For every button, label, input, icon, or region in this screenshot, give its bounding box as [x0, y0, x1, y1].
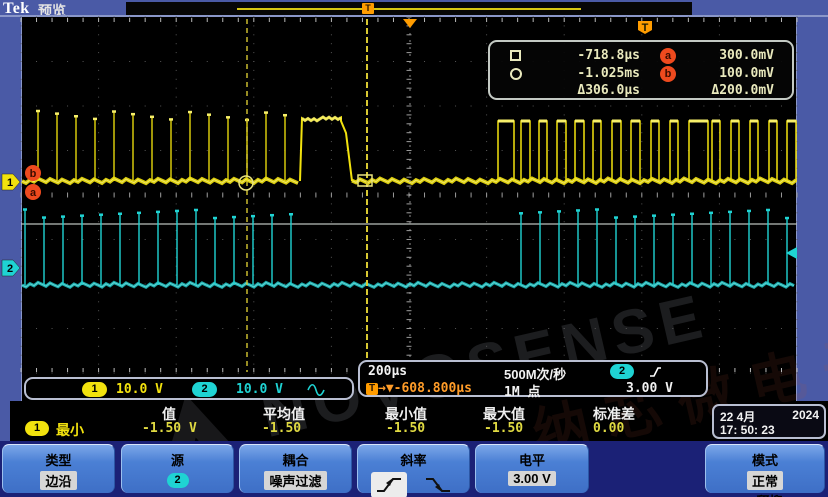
menu-mode-title: 模式 [706, 450, 824, 469]
record-view-bar: T [126, 2, 692, 15]
delay-arrow-glyphs: →▼ [378, 381, 394, 396]
rising-edge-icon [648, 365, 662, 379]
ch2-scale-readout: 10.0 V [236, 382, 283, 397]
ch1-position-marker[interactable]: 1 [2, 174, 20, 190]
svg-text:2: 2 [7, 263, 13, 275]
menu-button-type[interactable]: 类型 边沿 [2, 444, 115, 493]
svg-text:1: 1 [7, 177, 13, 189]
trigger-flag-icon: T [362, 3, 374, 14]
cursor-a-badge: a [660, 48, 676, 64]
meas-stddev: 0.00 [593, 421, 624, 436]
trigger-delay-readout: T→▼-608.800µs [366, 381, 472, 396]
menu-button-slope[interactable]: 斜率 [357, 444, 470, 493]
menu-level-value: 3.00 V [508, 471, 556, 486]
menu-slope-title: 斜率 [358, 450, 469, 469]
menu-mode-extra: &释抑 [706, 491, 824, 497]
menu-type-value: 边沿 [40, 471, 76, 490]
cursor-b-time: -1.025ms [542, 66, 640, 81]
time-readout: 17: 50: 23 [720, 423, 775, 437]
cursor-square-icon [510, 50, 521, 61]
softkey-menu-bar: 类型 边沿 源 2 耦合 噪声过滤 斜率 电平 3.00 V [0, 441, 828, 497]
trigger-t-icon: T [366, 383, 378, 395]
menu-button-source[interactable]: 源 2 [121, 444, 234, 493]
cursor-readout-box: -718.8µs a 300.0mV -1.025ms b 100.0mV Δ3… [488, 40, 794, 100]
meas-mean: -1.50 [262, 421, 301, 436]
horizontal-trigger-box: 200µs 500M次/秒 2 T→▼-608.800µs 1M 点 3.00 … [358, 360, 708, 397]
sine-wave-icon [307, 383, 325, 396]
cursor-b-badge: b [660, 66, 676, 82]
rising-edge-selected-icon[interactable] [371, 472, 407, 497]
cursor-a-voltage: 300.0mV [688, 48, 774, 63]
meas-max: -1.50 [484, 421, 523, 436]
cursor-delta-time: Δ306.0µs [542, 83, 640, 98]
ch1-scale-readout: 10.0 V [116, 382, 163, 397]
delay-value: -608.800µs [394, 381, 472, 396]
falling-edge-icon[interactable] [420, 472, 456, 497]
record-waveform-line [237, 8, 581, 10]
channel-readout-bar: 1 10.0 V 2 10.0 V [24, 377, 354, 400]
menu-button-level[interactable]: 电平 3.00 V [475, 444, 589, 493]
menu-type-title: 类型 [3, 450, 114, 469]
ch2-position-marker[interactable]: 2 [2, 260, 20, 276]
year-readout: 2024 [792, 408, 819, 422]
oscilloscope-screen: Tek 预览 T NOVOSENSE 纳芯微电子 T12ba -718.8µs … [0, 0, 828, 497]
menu-source-channel-badge: 2 [167, 473, 189, 488]
menu-coupling-title: 耦合 [240, 450, 351, 469]
trigger-level-readout: 3.00 V [626, 381, 673, 396]
trigger-source-badge: 2 [610, 364, 634, 379]
meas-channel-badge: 1 [25, 421, 49, 436]
cursor-delta-voltage: Δ200.0mV [688, 83, 774, 98]
menu-mode-value: 正常 [747, 471, 783, 490]
timebase-readout: 200µs [368, 364, 407, 379]
meas-value: -1.50 V [142, 421, 197, 436]
cursor-a-time: -718.8µs [542, 48, 640, 63]
datetime-box: 22 4月 2024 17: 50: 23 [712, 404, 826, 439]
cursor-b-voltage: 100.0mV [688, 66, 774, 81]
menu-button-coupling[interactable]: 耦合 噪声过滤 [239, 444, 352, 493]
menu-button-mode[interactable]: 模式 正常 &释抑 [705, 444, 825, 493]
record-length-readout: 1M 点 [504, 381, 540, 400]
ch1-badge[interactable]: 1 [82, 382, 107, 397]
meas-min: -1.50 [386, 421, 425, 436]
cursor-circle-icon [510, 68, 522, 80]
menu-level-title: 电平 [476, 450, 588, 469]
menu-coupling-value: 噪声过滤 [264, 471, 326, 490]
ch2-badge[interactable]: 2 [192, 382, 217, 397]
menu-source-title: 源 [122, 450, 233, 469]
meas-name: 最小 [56, 420, 84, 440]
